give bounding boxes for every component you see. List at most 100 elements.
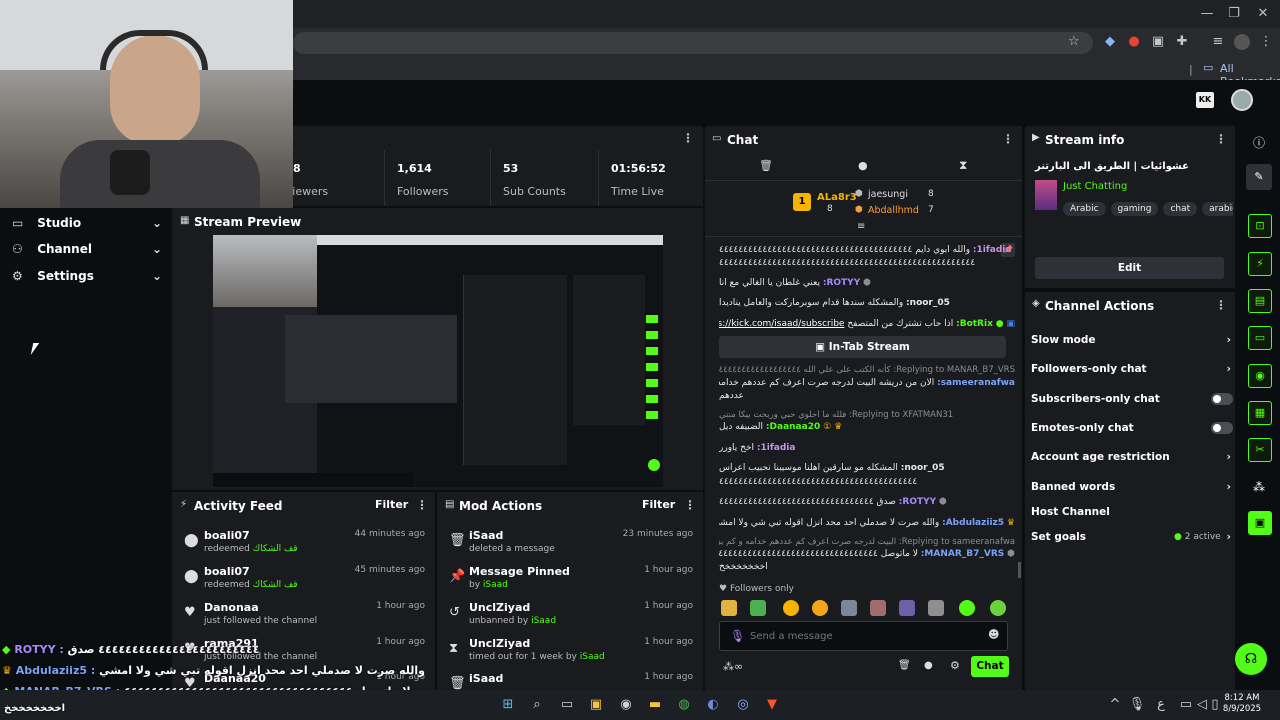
- emotes-only-toggle[interactable]: [1211, 422, 1233, 434]
- set-goals-row[interactable]: Set goals ● 2 active ›: [1031, 529, 1231, 545]
- hourglass-icon[interactable]: ⧗: [959, 158, 967, 173]
- emote-icon[interactable]: [841, 600, 857, 616]
- rail-lightning-icon[interactable]: ⚡: [1248, 252, 1272, 276]
- emote-icon[interactable]: [959, 600, 975, 616]
- chrome-icon[interactable]: ◍: [675, 696, 693, 714]
- rail-layout-icon[interactable]: ▦: [1248, 401, 1272, 425]
- steam-icon[interactable]: ◎: [734, 696, 752, 714]
- browser-menu-icon[interactable]: ⋮: [1258, 34, 1274, 50]
- chat-message-input[interactable]: [750, 627, 975, 645]
- rail-broadcast-icon[interactable]: ◉: [1248, 364, 1272, 388]
- help-chat-button[interactable]: ☊: [1235, 643, 1267, 675]
- trash-icon[interactable]: 🗑: [759, 159, 773, 172]
- scrollbar[interactable]: [1018, 562, 1021, 578]
- microphone-icon[interactable]: 🎙: [730, 629, 745, 643]
- chat-bubble-icon[interactable]: ●: [924, 660, 933, 671]
- kebab-menu-icon[interactable]: ⋮: [416, 498, 428, 512]
- edit-button[interactable]: Edit: [1035, 257, 1224, 279]
- shield-extension-icon[interactable]: ◆: [1102, 34, 1118, 50]
- rail-document-icon[interactable]: ▤: [1248, 289, 1272, 313]
- tag[interactable]: chat: [1163, 202, 1198, 216]
- host-channel-row[interactable]: Host Channel: [1031, 504, 1231, 520]
- edit-pencil-icon[interactable]: ✎: [1246, 164, 1272, 190]
- brave-icon[interactable]: ▼: [763, 696, 781, 714]
- emote-icon[interactable]: [721, 600, 737, 616]
- emote-icon[interactable]: [928, 600, 944, 616]
- filter-button[interactable]: Filter: [375, 498, 408, 511]
- system-clock[interactable]: 8:12 AM 8/9/2025: [1216, 693, 1268, 715]
- kebab-menu-icon[interactable]: ⋮: [1215, 298, 1227, 312]
- in-tab-stream-button[interactable]: ▣ In-Tab Stream: [719, 336, 1006, 358]
- category-link[interactable]: Just Chatting: [1063, 181, 1127, 192]
- discord-icon[interactable]: ◐: [704, 696, 722, 714]
- kebab-menu-icon[interactable]: ⋮: [684, 498, 696, 512]
- language-indicator[interactable]: ع: [1152, 696, 1170, 714]
- close-window-button[interactable]: ✕: [1246, 0, 1280, 28]
- emote-icon[interactable]: [812, 600, 828, 616]
- account-age-row[interactable]: Account age restriction ›: [1031, 449, 1231, 465]
- filter-icon[interactable]: ≡: [857, 221, 865, 232]
- subscribers-only-toggle[interactable]: [1211, 393, 1233, 405]
- tag[interactable]: gaming: [1110, 202, 1159, 216]
- leaderboard-user[interactable]: Abdallhmd: [868, 205, 919, 216]
- slow-mode-row[interactable]: Slow mode ›: [1031, 332, 1231, 348]
- send-chat-button[interactable]: Chat: [971, 656, 1009, 677]
- microphone-icon[interactable]: 🎙: [1128, 696, 1146, 714]
- obs-icon[interactable]: ◉: [617, 696, 635, 714]
- task-view-icon[interactable]: ▭: [558, 696, 576, 714]
- rail-points-icon[interactable]: ⁂: [1253, 480, 1265, 494]
- stream-preview-video[interactable]: [213, 235, 663, 487]
- profile-avatar[interactable]: [1234, 34, 1250, 50]
- puzzle-icon[interactable]: ✚: [1174, 34, 1190, 50]
- leaderboard-user[interactable]: ALa8r3: [817, 192, 857, 203]
- media-icon[interactable]: ≡: [1210, 34, 1226, 50]
- chevron-up-icon[interactable]: ^: [1106, 696, 1124, 714]
- star-icon[interactable]: ☆: [1068, 34, 1080, 49]
- address-input[interactable]: [293, 32, 1093, 54]
- kebab-menu-icon[interactable]: ⋮: [682, 131, 694, 145]
- points-icon[interactable]: ⁂∞: [723, 660, 743, 673]
- kebab-menu-icon[interactable]: ⋮: [1215, 132, 1227, 146]
- category-thumbnail[interactable]: [1035, 180, 1057, 210]
- monitor-icon: ▭: [12, 216, 24, 230]
- followers-only-row[interactable]: Followers-only chat ›: [1031, 361, 1231, 377]
- trash-icon[interactable]: 🗑: [898, 660, 911, 671]
- rail-wrench-icon[interactable]: ✂: [1248, 438, 1272, 462]
- chat-message: ⬢ ROTYY: يعني غلطان يا الغالي مع انا: [719, 278, 871, 288]
- sidebar-item-studio[interactable]: ▭ Studio ⌄: [12, 214, 162, 232]
- panel-title: Stream Preview: [194, 215, 302, 229]
- chevron-right-icon: ›: [1226, 363, 1231, 375]
- search-icon[interactable]: ⌕: [528, 696, 546, 714]
- emote-icon[interactable]: [870, 600, 886, 616]
- emote-icon[interactable]: [783, 600, 799, 616]
- rail-chat-icon[interactable]: ▭: [1248, 326, 1272, 350]
- emote-icon[interactable]: [750, 600, 766, 616]
- gear-icon[interactable]: ⚙: [950, 659, 960, 672]
- reply-reference[interactable]: Replying to sameeranafwa: البيت لدرجه صر…: [719, 536, 1015, 548]
- leaderboard-user[interactable]: jaesungi: [868, 189, 908, 200]
- block-extension-icon[interactable]: ●: [1126, 34, 1142, 50]
- tag[interactable]: arabic: [1202, 202, 1233, 216]
- folder-icon[interactable]: ▬: [646, 696, 664, 714]
- sidebar-item-settings[interactable]: ⚙ Settings ⌄: [12, 267, 162, 285]
- rail-target-icon[interactable]: ⊡: [1248, 214, 1272, 238]
- widgets-icon[interactable]: ▣: [587, 696, 605, 714]
- user-avatar[interactable]: [1231, 89, 1253, 111]
- reply-reference[interactable]: Replying to MANAR_B7_VRS: كأنه الكتب على…: [719, 364, 1015, 376]
- kebab-menu-icon[interactable]: ⋮: [1002, 132, 1014, 146]
- subscribe-link[interactable]: https://kick.com/isaad/subscribe: [719, 319, 844, 329]
- info-icon[interactable]: ⓘ: [1253, 134, 1265, 151]
- reply-reference[interactable]: Replying to XFATMAN31: فلله ما احلوي حبي…: [719, 409, 1015, 421]
- extension-icon[interactable]: ▣: [1150, 34, 1166, 50]
- filter-button[interactable]: Filter: [642, 498, 675, 511]
- windows-start-icon[interactable]: ⊞: [499, 696, 517, 714]
- sidebar-item-channel[interactable]: ⚇ Channel ⌄: [12, 240, 162, 258]
- emote-icon[interactable]: [899, 600, 915, 616]
- chat-bubble-icon[interactable]: ●: [858, 159, 868, 172]
- emoji-icon[interactable]: ☻: [988, 628, 999, 641]
- emote-icon[interactable]: [990, 600, 1006, 616]
- tag[interactable]: Arabic: [1063, 202, 1106, 216]
- rail-app-icon[interactable]: ▣: [1248, 511, 1272, 535]
- banned-words-row[interactable]: Banned words ›: [1031, 479, 1231, 495]
- creator-logo-icon[interactable]: KK: [1196, 92, 1214, 108]
